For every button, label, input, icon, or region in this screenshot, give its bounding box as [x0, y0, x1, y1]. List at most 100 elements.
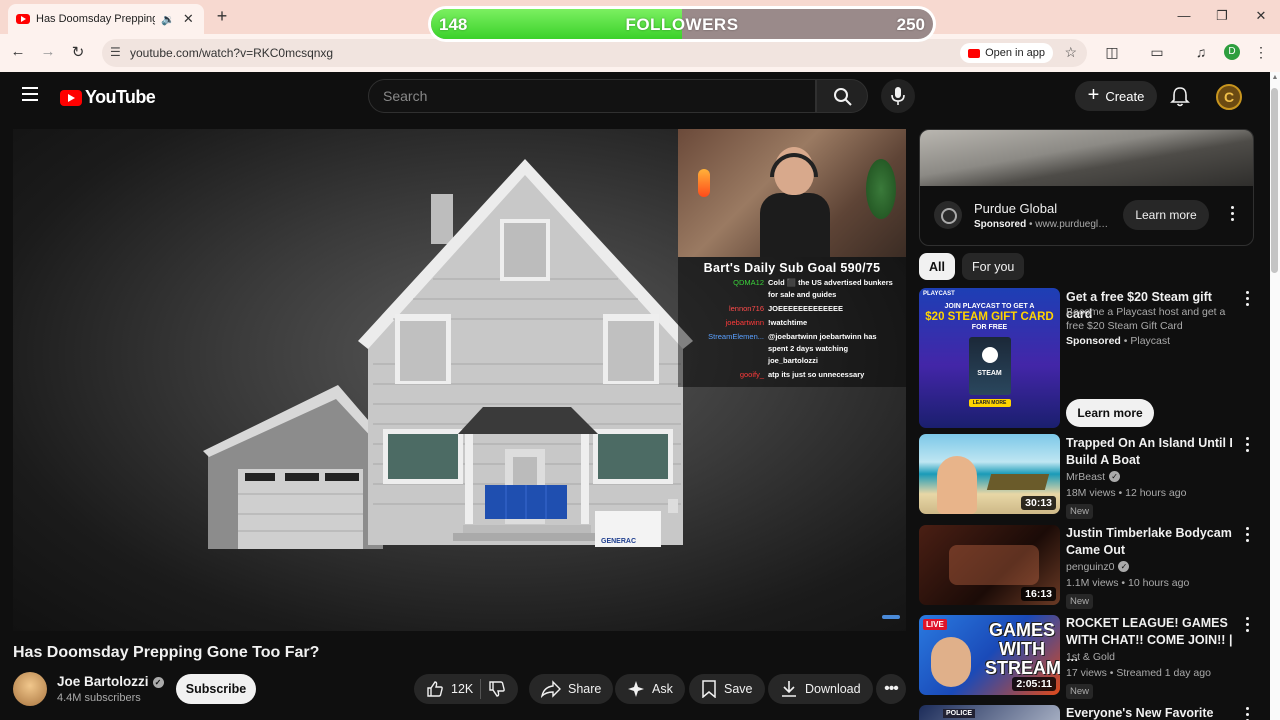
close-tab-icon[interactable]: ✕	[181, 11, 196, 27]
bookmark-icon	[702, 680, 716, 698]
new-badge: New	[1066, 684, 1094, 699]
stream-chat-overlay: Bart's Daily Sub Goal 590/75 QDMA12 Cold …	[678, 257, 906, 387]
ad-menu-icon[interactable]	[1225, 206, 1239, 226]
ask-button[interactable]: Ask	[615, 674, 685, 704]
tab-title: Has Doomsday Prepping G	[36, 13, 155, 25]
browser-tab[interactable]: Has Doomsday Prepping G 🔉 ✕	[8, 4, 204, 34]
guide-menu-icon[interactable]	[22, 87, 38, 101]
reload-icon[interactable]: ↻	[68, 43, 88, 61]
sponsored-label: Sponsored	[974, 219, 1027, 230]
recommended-video-title[interactable]: Everyone's New Favorite Game...	[1066, 705, 1234, 720]
scrollbar-thumb[interactable]	[1271, 88, 1278, 273]
thumbs-up-icon[interactable]	[426, 680, 444, 698]
forward-arrow-icon[interactable]: →	[38, 43, 58, 60]
minimize-window-icon[interactable]: —	[1174, 8, 1194, 23]
player-corner-badge	[882, 615, 900, 619]
ask-label: Ask	[652, 682, 673, 696]
steam-ad-learn-more-button[interactable]: Learn more	[1066, 399, 1154, 427]
extensions-icon[interactable]: ◫	[1103, 44, 1121, 61]
chat-message: QDMA12 Cold ⬛ the US advertised bunkers f…	[678, 277, 906, 301]
browser-menu-icon[interactable]: ⋮	[1252, 44, 1270, 61]
bookmark-star-icon[interactable]: ☆	[1064, 44, 1077, 61]
person	[931, 637, 971, 687]
voice-search-button[interactable]	[881, 79, 915, 113]
chip-all[interactable]: All	[919, 253, 955, 280]
video-menu-icon[interactable]	[1240, 707, 1254, 720]
url-text: youtube.com/watch?v=RKC0mcsqnxg	[130, 46, 334, 60]
ad-banner-image[interactable]	[920, 130, 1253, 186]
scroll-up-arrow-icon[interactable]: ▲	[1270, 74, 1280, 81]
chat-username: StreamElemen...	[708, 332, 764, 341]
youtube-favicon-icon	[16, 14, 30, 24]
followers-progress-track: 148 FOLLOWERS 250	[431, 9, 933, 39]
video-thumbnail[interactable]: POLICE	[919, 705, 1060, 720]
address-bar[interactable]: ☰ youtube.com/watch?v=RKC0mcsqnxg Open i…	[102, 39, 1087, 67]
thumbnail-text: POLICE	[943, 709, 976, 718]
new-tab-button[interactable]: +	[212, 6, 232, 27]
open-in-app-label: Open in app	[985, 47, 1045, 59]
video-player[interactable]: GENERAC Bart's Daily Sub Goal 590/75 QDM…	[13, 129, 906, 631]
channel-name-row[interactable]: Joe Bartolozzi ✓	[57, 674, 164, 689]
cast-icon[interactable]: ▭	[1148, 44, 1166, 61]
more-horizontal-icon: •••	[884, 680, 899, 697]
video-thumbnail[interactable]: 16:13	[919, 525, 1060, 605]
recommended-video-title[interactable]: Justin Timberlake Bodycam Came Out	[1066, 525, 1234, 559]
notifications-bell-icon[interactable]	[1170, 86, 1190, 108]
search-button[interactable]	[816, 79, 868, 113]
like-dislike-group: 12K	[414, 674, 519, 704]
search-input[interactable]	[369, 80, 815, 112]
maximize-window-icon[interactable]: ❐	[1212, 8, 1232, 24]
streamer-webcam	[678, 129, 906, 257]
video-duration: 2:05:11	[1012, 677, 1056, 691]
video-title: Has Doomsday Prepping Gone Too Far?	[13, 644, 320, 661]
sub-goal-text: Bart's Daily Sub Goal 590/75	[703, 261, 881, 275]
channel-name[interactable]: Joe Bartolozzi	[57, 674, 149, 689]
close-window-icon[interactable]: ✕	[1251, 8, 1271, 24]
recommended-video-stats: 1.1M views • 10 hours ago	[1066, 577, 1190, 589]
chat-message: StreamElemen... @joebartwinn joebartwinn …	[678, 331, 906, 367]
open-in-app-button[interactable]: Open in app	[960, 43, 1053, 63]
audio-playing-icon[interactable]: 🔉	[161, 13, 175, 26]
download-button[interactable]: Download	[768, 674, 873, 704]
recommended-channel[interactable]: MrBeast ✓	[1066, 471, 1121, 483]
video-thumbnail[interactable]: 30:13	[919, 434, 1060, 514]
like-divider	[480, 679, 482, 699]
video-menu-icon[interactable]	[1240, 527, 1254, 547]
chat-message: lennon716 JOEEEEEEEEEEEEE	[678, 303, 906, 315]
thumbs-down-icon[interactable]	[488, 680, 506, 698]
ad-meta: Sponsored • www.purduegl…	[974, 219, 1109, 230]
advertiser-globe-icon	[934, 201, 962, 229]
steam-ad-menu-icon[interactable]	[1240, 291, 1254, 311]
browser-profile-avatar[interactable]: D	[1224, 44, 1240, 60]
recommended-video-title[interactable]: Trapped On An Island Until I Build A Boa…	[1066, 435, 1234, 469]
recommended-channel[interactable]: penguinz0 ✓	[1066, 561, 1130, 573]
video-thumbnail[interactable]: LIVE GAMES WITH STREAM! 2:05:11	[919, 615, 1060, 695]
followers-goal: 250	[896, 15, 925, 34]
video-menu-icon[interactable]	[1240, 617, 1254, 637]
more-actions-button[interactable]: •••	[876, 674, 906, 704]
save-button[interactable]: Save	[689, 674, 765, 704]
site-info-icon[interactable]: ☰	[110, 45, 121, 59]
advertiser-name[interactable]: Purdue Global	[974, 201, 1057, 216]
channel-avatar[interactable]	[13, 672, 47, 706]
generator-brand-text: GENERAC	[601, 538, 636, 545]
ad-learn-more-button[interactable]: Learn more	[1123, 200, 1209, 230]
steam-logo-icon	[981, 347, 998, 363]
chat-username: QDMA12	[733, 278, 764, 287]
youtube-logo[interactable]: YouTube	[60, 87, 156, 108]
subscribe-button[interactable]: Subscribe	[176, 674, 256, 704]
recommended-channel-name[interactable]: 1st & Gold	[1066, 651, 1115, 663]
back-arrow-icon[interactable]: ←	[8, 43, 28, 60]
recommended-channel-name[interactable]: penguinz0	[1066, 561, 1114, 573]
media-controls-icon[interactable]: ♫	[1192, 44, 1210, 60]
steam-ad-thumbnail[interactable]: PLAYCAST JOIN PLAYCAST TO GET A $20 STEA…	[919, 288, 1060, 428]
create-button[interactable]: + Create	[1075, 81, 1157, 111]
share-button[interactable]: Share	[529, 674, 614, 704]
account-avatar[interactable]: C	[1216, 84, 1242, 110]
like-count[interactable]: 12K	[451, 682, 473, 696]
sponsored-ad-card[interactable]: Purdue Global Sponsored • www.purduegl… …	[919, 129, 1254, 246]
recommended-channel-name[interactable]: MrBeast	[1066, 471, 1105, 483]
chip-for-you[interactable]: For you	[962, 253, 1025, 280]
video-menu-icon[interactable]	[1240, 437, 1254, 457]
chat-text: !watchtime	[768, 318, 808, 327]
